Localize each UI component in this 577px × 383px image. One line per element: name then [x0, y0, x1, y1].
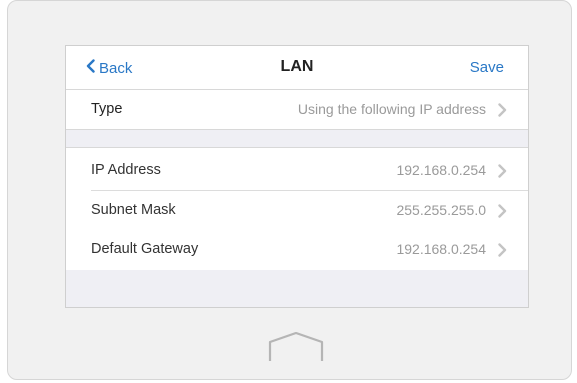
save-button[interactable]: Save	[470, 59, 504, 76]
subnet-mask-label: Subnet Mask	[91, 202, 176, 218]
navigation-bar: Back LAN Save	[66, 46, 528, 90]
subnet-mask-value: 255.255.255.0	[396, 202, 486, 218]
chevron-right-icon	[498, 204, 507, 223]
default-gateway-value: 192.168.0.254	[396, 241, 486, 257]
type-row[interactable]: Type Using the following IP address	[66, 90, 528, 130]
chevron-right-icon	[498, 103, 507, 122]
chevron-right-icon	[498, 243, 507, 262]
chevron-right-icon	[498, 164, 507, 183]
default-gateway-label: Default Gateway	[91, 241, 199, 257]
subnet-mask-row[interactable]: Subnet Mask 255.255.255.0	[66, 191, 528, 231]
type-label: Type	[91, 101, 123, 117]
page-title: LAN	[280, 58, 314, 75]
default-gateway-row[interactable]: Default Gateway 192.168.0.254	[66, 230, 528, 270]
ip-address-label: IP Address	[91, 162, 161, 178]
type-value: Using the following IP address	[297, 101, 486, 117]
ip-address-value: 192.168.0.254	[396, 162, 486, 178]
lan-settings-screen: Back LAN Save Type Using the following I…	[65, 45, 529, 308]
ip-settings-group: IP Address 192.168.0.254 Subnet Mask 255…	[66, 147, 528, 270]
home-icon[interactable]	[267, 331, 325, 362]
ip-address-row[interactable]: IP Address 192.168.0.254	[66, 151, 528, 191]
